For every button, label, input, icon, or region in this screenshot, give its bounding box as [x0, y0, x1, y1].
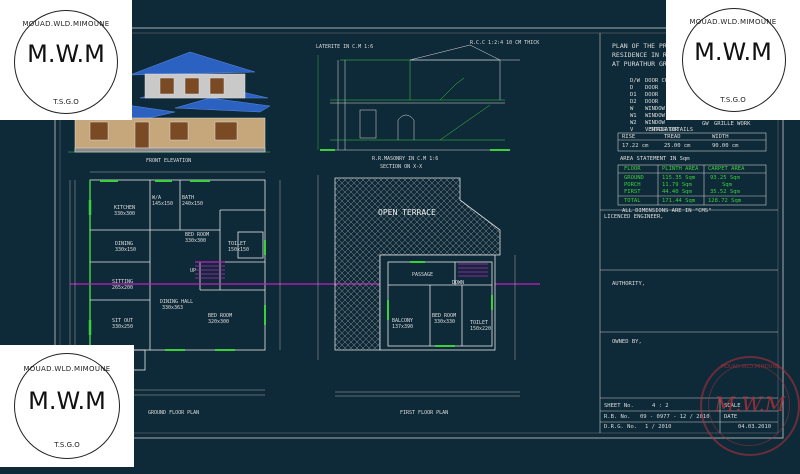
area-header-carpet: CARPET AREA: [708, 166, 745, 172]
section-xx: [317, 44, 520, 151]
stair-value-rise: 17.22 cm: [622, 143, 649, 149]
watermark-sub-text: T.S.G.O: [720, 96, 746, 104]
room-bath-size: 240x150: [182, 201, 204, 207]
area-row-plinth: 115.35 Sqm: [662, 175, 696, 181]
stair-header-width: WIDTH: [712, 134, 729, 140]
sheet-no-label: SHEET No.: [604, 403, 634, 409]
room-balcony-size: 137x390: [392, 324, 414, 330]
watermark-arc-text: MOUAD.WLD.MIMOUNE: [22, 20, 110, 28]
watermark-sub-text: T.S.G.O: [53, 98, 79, 106]
room-passage: PASSAGE: [412, 272, 434, 278]
rb-no-value: 09 - 0977 - 12 / 2010: [640, 414, 710, 420]
legend-code: W1: [630, 113, 637, 119]
watermark-arc-text: MOUAD.WLD.MIMOUNE: [689, 18, 777, 26]
label-front-elevation: FRONT ELEVATION: [146, 158, 192, 164]
legend-code: W2: [630, 120, 637, 126]
area-row-carpet: Sqm: [722, 182, 732, 188]
stair-details-title: STAIR DETAILS: [650, 127, 694, 133]
area-total-plinth: 171.44 Sqm: [662, 198, 696, 204]
legend-code: GW: [702, 121, 709, 127]
legend-desc: DOOR: [645, 92, 659, 98]
stair-value-tread: 25.00 cm: [664, 143, 691, 149]
authority-label: AUTHORITY,: [612, 281, 646, 287]
cad-viewport[interactable]: FRONT ELEVATION LATERITE IN C.M 1:6 R.C.…: [0, 0, 800, 470]
label-open-terrace: OPEN TERRACE: [378, 208, 436, 217]
drg-no-label: D.R.G. No.: [604, 424, 638, 430]
legend-code: W: [630, 106, 634, 112]
area-header-plinth: PLINTH AREA: [662, 166, 699, 172]
room-bedroom-1-size: 330x300: [185, 238, 207, 244]
area-row-floor: PORCH: [624, 182, 641, 188]
legend-code: D/W: [630, 78, 640, 84]
room-ff-toilet-size: 150x220: [470, 326, 492, 332]
sheet-no-value: 4 : 2: [652, 403, 669, 409]
room-sitting-size: 265x200: [112, 285, 134, 291]
licenced-engineer-label: LICENCED ENGINEER,: [604, 214, 664, 220]
legend-code: D2: [630, 99, 637, 105]
label-ground-floor-plan: GROUND FLOOR PLAN: [148, 410, 200, 416]
legend-desc: GRILLE WORK: [714, 121, 751, 127]
stair-value-width: 90.00 cm: [712, 143, 739, 149]
area-row-plinth: 44.40 Sqm: [662, 189, 692, 195]
label-section-xx: SECTION ON X-X: [380, 164, 423, 170]
legend-desc: WINDOW: [645, 106, 665, 112]
legend-code: V: [630, 127, 634, 133]
stamp-arc-text: MOUAD.WLD.MIMOUNE: [720, 364, 780, 370]
stamp-logo-text: M.W.M: [714, 392, 786, 416]
label-rr-masonry: R.R.MASONRY IN C.M 1:6: [372, 156, 439, 162]
area-row-floor: GROUND: [624, 175, 644, 181]
stair-up: UP: [190, 268, 197, 274]
legend-desc: DOOR: [645, 99, 659, 105]
rb-no-label: R.B. No.: [604, 414, 631, 420]
watermark-arc-text: MOUAD.WLD.MIMOUNE: [23, 365, 111, 373]
watermark-logo-text: M.W.M: [27, 40, 105, 68]
watermark-sub-text: T.S.G.O: [54, 441, 80, 449]
legend-desc: WINDOW: [645, 120, 665, 126]
stamp-logo: MOUAD.WLD.MIMOUNE M.W.M: [700, 356, 800, 456]
watermark-logo-text: M.W.M: [28, 387, 106, 415]
owned-by-label: OWNED BY,: [612, 339, 642, 345]
watermark-logo-top-right: MOUAD.WLD.MIMOUNE M.W.M T.S.G.O: [666, 0, 800, 120]
room-toilet-size: 150x150: [228, 247, 250, 253]
room-bedroom-2-size: 320x300: [208, 319, 230, 325]
area-total-label: TOTAL: [624, 198, 641, 204]
area-statement-title: AREA STATEMENT IN Sqm: [620, 156, 690, 162]
room-dining-hall-size: 330x363: [162, 305, 184, 311]
area-header-floor: FLOOR: [624, 166, 641, 172]
watermark-logo-top-left: MOUAD.WLD.MIMOUNE M.W.M T.S.G.O: [0, 0, 132, 120]
label-laterite: LATERITE IN C.M 1:6: [316, 44, 374, 50]
room-sit-out-size: 330x250: [112, 324, 134, 330]
legend-desc: DOOR: [645, 85, 659, 91]
area-row-carpet: 35.52 Sqm: [710, 189, 740, 195]
area-row-plinth: 11.79 Sqm: [662, 182, 692, 188]
room-ff-bedroom-size: 330x330: [434, 319, 456, 325]
area-total-carpet: 128.72 Sqm: [708, 198, 742, 204]
label-first-floor-plan: FIRST FLOOR PLAN: [400, 410, 449, 416]
legend-code: D: [630, 85, 634, 91]
room-wa-size: 145x150: [152, 201, 174, 207]
stair-down: DOWN: [452, 280, 465, 286]
watermark-logo-text: M.W.M: [694, 38, 772, 66]
drg-no-value: 1 / 2010: [645, 424, 672, 430]
watermark-logo-bottom-left: MOUAD.WLD.MIMOUNE M.W.M T.S.G.O: [0, 345, 134, 467]
legend-code: D1: [630, 92, 637, 98]
room-dining-size: 330x150: [115, 247, 137, 253]
stair-header-tread: TREAD: [664, 134, 681, 140]
legend-desc: WINDOW: [645, 113, 665, 119]
area-row-carpet: 93.25 Sqm: [710, 175, 740, 181]
room-kitchen-size: 330x300: [114, 211, 136, 217]
stair-header-rise: RISE: [622, 134, 636, 140]
label-rcc-note: R.C.C 1:2:4 10 CM THICK: [470, 40, 540, 46]
area-row-floor: FIRST: [624, 189, 641, 195]
